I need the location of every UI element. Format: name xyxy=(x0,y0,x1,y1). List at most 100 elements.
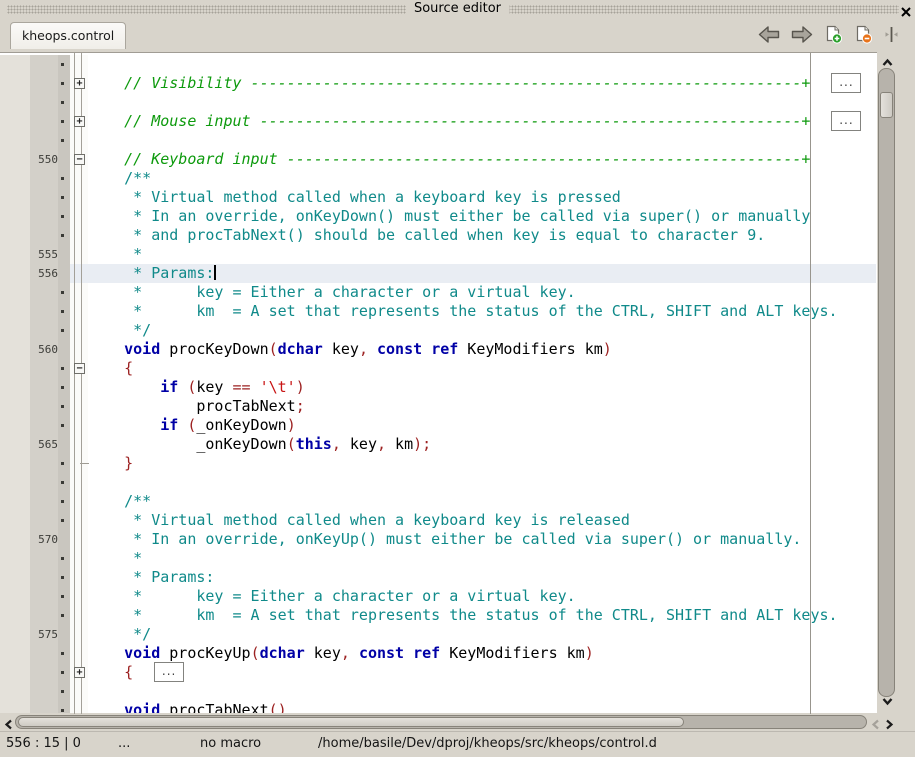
code-text[interactable]: */ xyxy=(88,321,876,340)
line-number xyxy=(30,207,58,226)
fold-expand-toggle[interactable]: + xyxy=(74,667,85,678)
line-dot xyxy=(61,519,64,522)
gutter-mark-strip xyxy=(58,359,70,378)
code-text[interactable]: {... xyxy=(88,663,876,682)
code-editor[interactable]: + // Visibility ------------------------… xyxy=(0,52,897,714)
line-dot xyxy=(61,405,64,408)
vertical-scroll-track[interactable] xyxy=(878,68,895,697)
code-text[interactable] xyxy=(88,131,876,150)
fold-expand-toggle[interactable]: + xyxy=(74,78,85,89)
fold-collapse-toggle[interactable]: − xyxy=(74,363,85,374)
vertical-scrollbar[interactable] xyxy=(877,52,897,713)
line-number xyxy=(30,169,58,188)
line-number xyxy=(30,359,58,378)
code-token xyxy=(251,378,260,396)
fold-margin xyxy=(70,454,88,473)
code-text[interactable]: * Params: xyxy=(88,568,876,587)
gutter-mark-strip xyxy=(58,188,70,207)
status-bar: 556 : 15 | 0 ... no macro /home/basile/D… xyxy=(0,731,915,757)
fold-collapsed-hint[interactable]: ... xyxy=(831,73,861,93)
gutter-strip xyxy=(0,549,30,568)
code-text[interactable]: if (key == '\t') xyxy=(88,378,876,397)
code-text[interactable]: if (_onKeyDown) xyxy=(88,416,876,435)
code-text[interactable]: // Keyboard input ----------------------… xyxy=(88,150,876,169)
line-dot xyxy=(61,500,64,503)
gutter-mark-strip xyxy=(58,74,70,93)
fold-collapsed-hint[interactable]: ... xyxy=(154,662,184,682)
code-text[interactable]: * In an override, onKeyDown() must eithe… xyxy=(88,207,876,226)
gutter-strip xyxy=(0,682,30,701)
code-text[interactable] xyxy=(88,93,876,112)
line-number: 555 xyxy=(30,245,58,264)
gutter-strip xyxy=(0,131,30,150)
status-pending: ... xyxy=(118,732,130,756)
code-text[interactable]: * xyxy=(88,549,876,568)
horizontal-scroll-track[interactable] xyxy=(15,715,867,729)
code-line: 556 * Params: xyxy=(0,264,876,283)
close-document-button[interactable] xyxy=(854,25,873,48)
code-text[interactable]: * Params: xyxy=(88,264,876,283)
code-text[interactable]: * Virtual method called when a keyboard … xyxy=(88,511,876,530)
code-token xyxy=(368,340,377,358)
code-text[interactable]: * In an override, onKeyUp() must either … xyxy=(88,530,876,549)
line-dot xyxy=(61,120,64,123)
fold-expand-toggle[interactable]: + xyxy=(74,116,85,127)
fold-collapsed-hint[interactable]: ... xyxy=(831,111,861,131)
code-token xyxy=(88,454,124,472)
detach-splitter-button[interactable] xyxy=(884,26,899,47)
code-token: * km = A set that represents the status … xyxy=(88,606,838,624)
scroll-down-icon[interactable] xyxy=(881,692,894,711)
code-text[interactable]: /** xyxy=(88,492,876,511)
code-token: * Virtual method called when a keyboard … xyxy=(88,511,630,529)
code-text[interactable]: * km = A set that represents the status … xyxy=(88,302,876,321)
code-text[interactable]: * key = Either a character or a virtual … xyxy=(88,283,876,302)
code-text[interactable] xyxy=(88,473,876,492)
line-number xyxy=(30,644,58,663)
code-token: KeyModifiers km xyxy=(458,340,603,358)
line-dot xyxy=(61,576,64,579)
code-text[interactable]: procTabNext; xyxy=(88,397,876,416)
window-title: Source editor xyxy=(406,0,509,19)
code-text[interactable]: * xyxy=(88,245,876,264)
go-back-button[interactable] xyxy=(758,26,780,47)
code-token: * Params: xyxy=(88,264,214,282)
code-text[interactable]: _onKeyDown(this, key, km); xyxy=(88,435,876,454)
code-token: km xyxy=(386,435,413,453)
code-token xyxy=(422,340,431,358)
code-text[interactable]: } xyxy=(88,454,876,473)
code-text[interactable]: void procKeyUp(dchar key, const ref KeyM… xyxy=(88,644,876,663)
code-token: , xyxy=(359,340,368,358)
code-text[interactable]: { xyxy=(88,359,876,378)
code-line xyxy=(0,473,876,492)
vertical-scroll-thumb[interactable] xyxy=(880,92,893,118)
go-forward-button[interactable] xyxy=(791,26,813,47)
code-text[interactable]: */ xyxy=(88,625,876,644)
code-token: ( xyxy=(251,644,260,662)
code-token: '\t' xyxy=(260,378,296,396)
code-line: * key = Either a character or a virtual … xyxy=(0,283,876,302)
code-token: * Virtual method called when a keyboard … xyxy=(88,188,621,206)
code-text[interactable]: void procKeyDown(dchar key, const ref Ke… xyxy=(88,340,876,359)
line-number xyxy=(30,93,58,112)
close-icon[interactable] xyxy=(900,3,912,15)
horizontal-scroll-thumb[interactable] xyxy=(18,717,684,727)
code-text[interactable]: // Visibility --------------------------… xyxy=(88,74,876,93)
fold-margin xyxy=(70,131,88,150)
horizontal-scrollbar[interactable] xyxy=(0,713,897,731)
fold-collapse-toggle[interactable]: − xyxy=(74,154,85,165)
code-text[interactable]: * km = A set that represents the status … xyxy=(88,606,876,625)
new-document-button[interactable] xyxy=(824,25,843,48)
code-line: + // Mouse input -----------------------… xyxy=(0,112,876,131)
code-text[interactable] xyxy=(88,55,876,74)
fold-margin xyxy=(70,587,88,606)
code-text[interactable] xyxy=(88,682,876,701)
code-text[interactable]: * key = Either a character or a virtual … xyxy=(88,587,876,606)
code-text[interactable]: * and procTabNext() should be called whe… xyxy=(88,226,876,245)
fold-margin: − xyxy=(70,150,88,169)
tab-kheops-control[interactable]: kheops.control xyxy=(10,22,126,49)
code-text[interactable]: /** xyxy=(88,169,876,188)
code-text[interactable]: // Mouse input -------------------------… xyxy=(88,112,876,131)
code-text[interactable]: * Virtual method called when a keyboard … xyxy=(88,188,876,207)
code-token: * In an override, onKeyDown() must eithe… xyxy=(88,207,810,225)
dock-header[interactable]: Source editor xyxy=(0,0,915,19)
